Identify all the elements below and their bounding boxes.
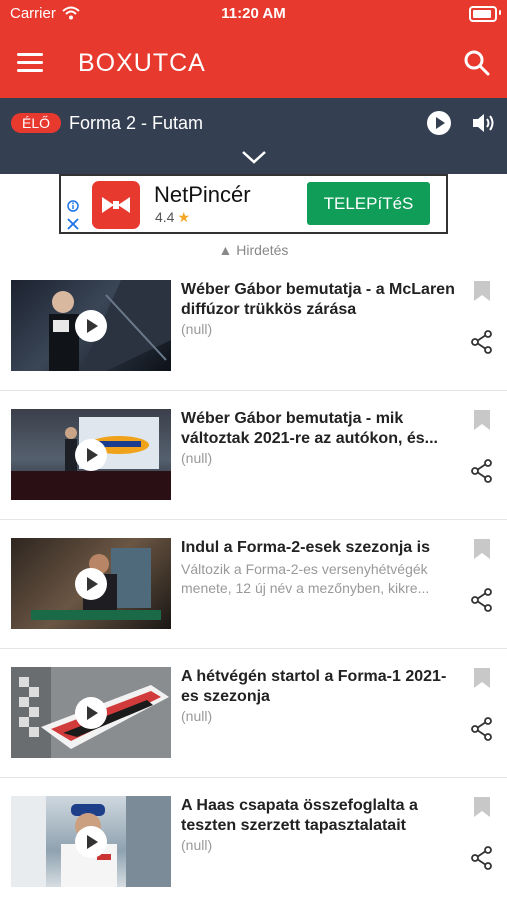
list-item[interactable]: Wéber Gábor bemutatja - mik változtak 20… (0, 391, 507, 520)
ad-app-name: NetPincér (154, 182, 251, 207)
thumbnail-play-icon[interactable] (75, 439, 107, 471)
live-badge: ÉLŐ (11, 113, 61, 133)
volume-icon (473, 114, 484, 132)
netpincer-app-icon (92, 181, 140, 229)
menu-button[interactable] (17, 53, 43, 73)
ad-banner[interactable]: NetPincér 4.4 ★ TELEPíTéS (59, 174, 448, 234)
item-subtitle: (null) (181, 837, 213, 853)
bookmark-icon (474, 797, 490, 817)
expand-chevron-button[interactable] (240, 148, 268, 166)
list-item[interactable]: A hétvégén startol a Forma-1 2021-es sze… (0, 649, 507, 778)
item-subtitle: Változik a Forma-2-es versenyhétvégék me… (181, 561, 430, 596)
share-button[interactable] (471, 846, 493, 870)
bookmark-button[interactable] (473, 409, 491, 431)
ad-label: ▲ Hirdetés (218, 242, 289, 258)
item-subtitle: (null) (181, 321, 213, 337)
ad-rating-value: 4.4 (155, 209, 175, 225)
video-thumbnail[interactable] (11, 796, 171, 887)
bookmark-icon (474, 410, 490, 430)
item-title[interactable]: A Haas csapata összefoglalta a teszten s… (181, 796, 461, 836)
status-bar: Carrier 11:20 AM (0, 0, 507, 28)
thumbnail-play-icon[interactable] (75, 568, 107, 600)
share-button[interactable] (471, 717, 493, 741)
bookmark-button[interactable] (473, 538, 491, 560)
volume-button[interactable] (470, 110, 496, 136)
star-icon: ★ (177, 209, 191, 225)
share-button[interactable] (471, 588, 493, 612)
play-button[interactable] (426, 110, 452, 136)
list-item[interactable]: Indul a Forma-2-esek szezonja is Változi… (0, 520, 507, 649)
install-button[interactable]: TELEPíTéS (307, 182, 430, 225)
share-button[interactable] (471, 459, 493, 483)
bookmark-button[interactable] (473, 796, 491, 818)
item-title[interactable]: Wéber Gábor bemutatja - mik változtak 20… (181, 409, 461, 449)
chevron-down-icon (242, 151, 266, 164)
thumbnail-play-icon[interactable] (75, 310, 107, 342)
list-item[interactable]: A Haas csapata összefoglalta a teszten s… (0, 778, 507, 900)
list-item[interactable]: Wéber Gábor bemutatja - a McLaren diffúz… (0, 262, 507, 391)
item-subtitle: (null) (181, 450, 213, 466)
ad-info-icon[interactable] (67, 200, 79, 212)
share-button[interactable] (471, 330, 493, 354)
brand-logo-text: BOXUTCA (78, 49, 206, 77)
search-button[interactable] (463, 49, 491, 77)
item-title[interactable]: A hétvégén startol a Forma-1 2021-es sze… (181, 667, 461, 707)
video-thumbnail[interactable] (11, 667, 171, 758)
ad-rating: 4.4 ★ (155, 209, 190, 226)
clock: 11:20 AM (221, 5, 286, 22)
video-thumbnail[interactable] (11, 538, 171, 629)
item-title[interactable]: Indul a Forma-2-esek szezonja is (181, 538, 461, 558)
video-thumbnail[interactable] (11, 409, 171, 500)
live-title[interactable]: Forma 2 - Futam (69, 113, 203, 134)
bookmark-button[interactable] (473, 667, 491, 689)
thumbnail-play-icon[interactable] (75, 697, 107, 729)
bookmark-button[interactable] (473, 280, 491, 302)
ad-close-icon[interactable] (67, 218, 79, 230)
item-subtitle: (null) (181, 708, 213, 724)
bookmark-icon (474, 281, 490, 301)
thumbnail-play-icon[interactable] (75, 826, 107, 858)
bookmark-icon (474, 539, 490, 559)
video-thumbnail[interactable] (11, 280, 171, 371)
item-title[interactable]: Wéber Gábor bemutatja - a McLaren diffúz… (181, 280, 461, 320)
brand-logo: BOXUTCA (78, 49, 206, 78)
battery-tip (499, 10, 501, 15)
battery-icon (469, 6, 497, 22)
bookmark-icon (474, 668, 490, 688)
